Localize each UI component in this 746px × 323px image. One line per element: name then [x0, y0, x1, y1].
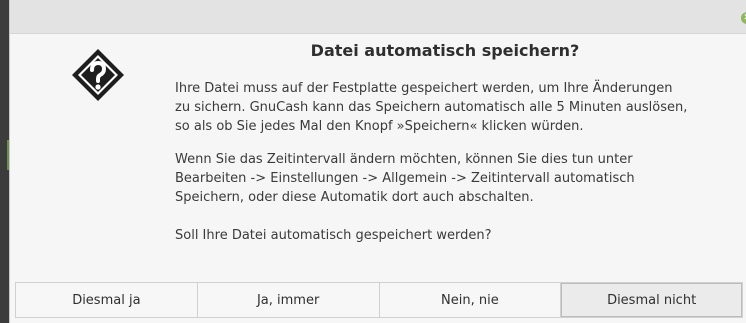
dialog-paragraph-intro: Ihre Datei muss auf der Festplatte gespe… — [175, 81, 688, 134]
dialog-button-row: Diesmal ja Ja, immer Nein, nie Diesmal n… — [15, 282, 743, 318]
autosave-dialog: ✕ Datei automatisch speichern? Ihre Date… — [9, 0, 746, 323]
screen: ✕ Datei automatisch speichern? Ihre Date… — [0, 0, 746, 323]
never-button[interactable]: Nein, nie — [379, 283, 562, 317]
dialog-title: Datei automatisch speichern? — [310, 41, 580, 60]
once-yes-button[interactable]: Diesmal ja — [16, 283, 198, 317]
once-no-button[interactable]: Diesmal nicht — [561, 283, 742, 317]
question-icon — [72, 49, 124, 101]
dialog-paragraph-settings-hint: Wenn Sie das Zeitintervall ändern möchte… — [175, 152, 635, 205]
dialog-titlebar: ✕ — [10, 0, 746, 34]
dialog-paragraph-question: Soll Ihre Datei automatisch gespeichert … — [175, 228, 492, 243]
close-icon[interactable]: ✕ — [741, 12, 746, 24]
always-yes-button[interactable]: Ja, immer — [197, 283, 380, 317]
